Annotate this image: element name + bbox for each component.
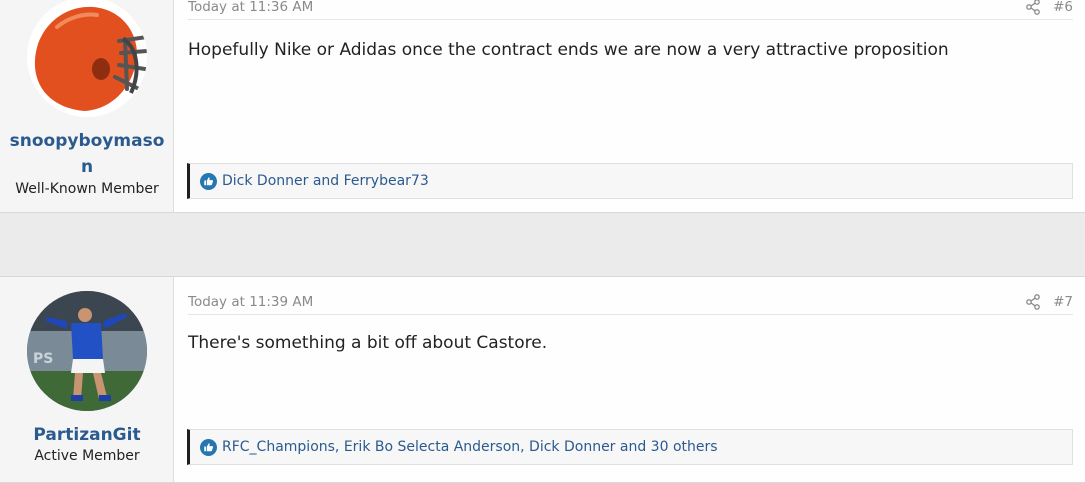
- post-number[interactable]: #6: [1053, 0, 1073, 15]
- helmet-icon: [27, 0, 147, 117]
- avatar[interactable]: PS: [27, 291, 147, 411]
- username[interactable]: PartizanGit: [8, 422, 166, 448]
- username[interactable]: snoopyboymason: [8, 128, 166, 180]
- post-number[interactable]: #7: [1053, 294, 1073, 310]
- post: PS PartizanGit Active Member Today at 11…: [0, 276, 1085, 483]
- like-icon: [200, 439, 217, 456]
- user-cell: PS PartizanGit Active Member: [0, 277, 174, 482]
- reaction-users-link[interactable]: RFC_Champions, Erik Bo Selecta Anderson,…: [222, 439, 718, 455]
- reaction-users-link[interactable]: Dick Donner and Ferrybear73: [222, 173, 429, 189]
- post: snoopyboymason Well-Known Member Today a…: [0, 0, 1085, 213]
- user-title: Active Member: [34, 448, 140, 464]
- user-cell: snoopyboymason Well-Known Member: [0, 0, 174, 212]
- post-date[interactable]: Today at 11:36 AM: [188, 0, 313, 15]
- post-date[interactable]: Today at 11:39 AM: [188, 294, 313, 310]
- reactions-bar: RFC_Champions, Erik Bo Selecta Anderson,…: [187, 429, 1073, 465]
- player-photo-icon: PS: [27, 291, 147, 411]
- avatar[interactable]: [27, 0, 147, 117]
- share-icon[interactable]: [1025, 0, 1041, 15]
- like-icon: [200, 173, 217, 190]
- reactions-bar: Dick Donner and Ferrybear73: [187, 163, 1073, 199]
- post-message: There's something a bit off about Castor…: [188, 333, 548, 353]
- post-meta: Today at 11:36 AM #6: [188, 0, 1073, 20]
- share-icon[interactable]: [1025, 294, 1041, 310]
- post-meta: Today at 11:39 AM #7: [188, 292, 1073, 315]
- user-title: Well-Known Member: [15, 181, 159, 197]
- post-message: Hopefully Nike or Adidas once the contra…: [188, 40, 949, 60]
- svg-text:PS: PS: [33, 351, 53, 367]
